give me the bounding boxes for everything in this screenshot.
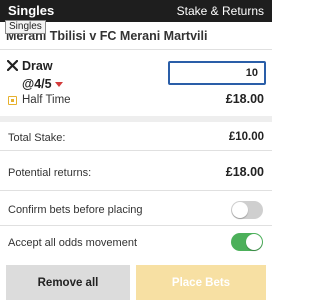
half-time-icon: [8, 96, 17, 105]
total-stake-value: £10.00: [228, 131, 264, 143]
tooltip: Singles: [5, 20, 46, 34]
accept-odds-label: Accept all odds movement: [8, 237, 138, 249]
toggle-knob: [232, 202, 248, 218]
divider: [0, 190, 272, 191]
betslip-header: Singles Stake & Returns: [0, 0, 272, 22]
selection-odds: @4/5: [22, 77, 52, 91]
section-gap: [0, 116, 272, 122]
selection-name: Draw: [22, 59, 53, 73]
remove-all-button[interactable]: Remove all: [6, 265, 130, 300]
divider: [0, 49, 272, 50]
potential-returns-label: Potential returns:: [8, 167, 92, 179]
selection-returns: £18.00: [225, 92, 264, 106]
stake-input[interactable]: [168, 61, 266, 85]
header-stake-returns-label: Stake & Returns: [176, 4, 264, 18]
confirm-bets-toggle[interactable]: [231, 201, 263, 219]
divider: [0, 150, 272, 151]
header-title[interactable]: Singles: [8, 3, 54, 18]
confirm-bets-label: Confirm bets before placing: [8, 204, 143, 216]
toggle-knob: [246, 234, 262, 250]
market-label: Half Time: [22, 94, 71, 106]
place-bets-button[interactable]: Place Bets: [136, 265, 266, 300]
accept-odds-toggle[interactable]: [231, 233, 263, 251]
odds-down-arrow-icon: [55, 82, 63, 87]
divider: [0, 225, 272, 226]
potential-returns-value: £18.00: [225, 165, 264, 179]
close-icon[interactable]: [7, 60, 18, 71]
total-stake-label: Total Stake:: [8, 132, 66, 144]
